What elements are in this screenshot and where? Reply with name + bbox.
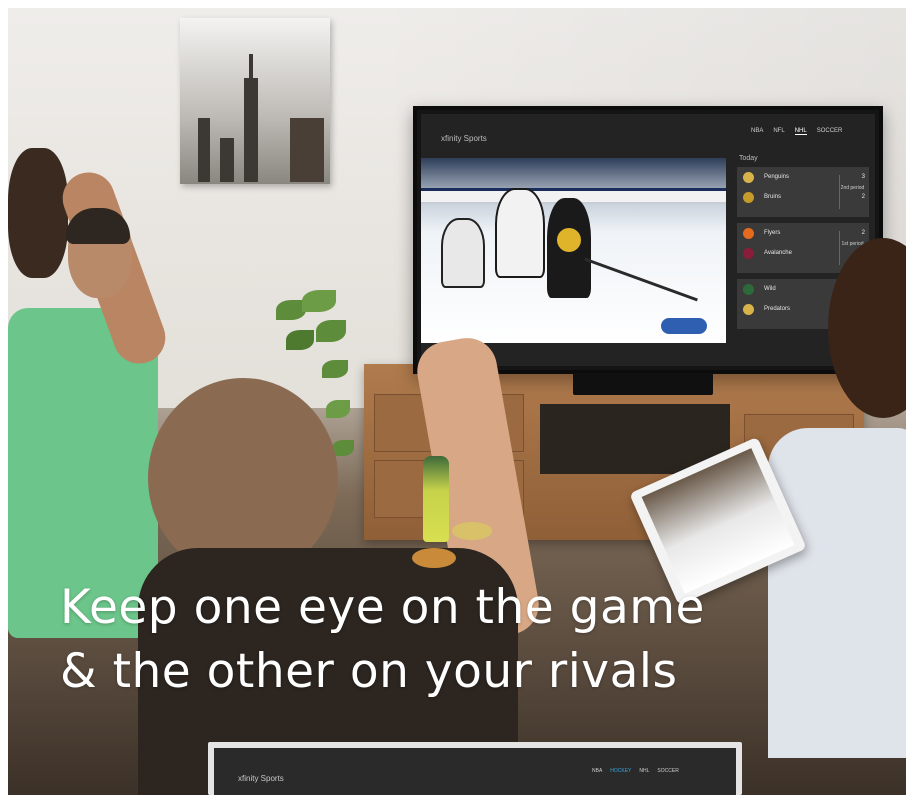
team-logo-icon xyxy=(743,171,754,183)
photo-scene: xfinity Sports NBA NFL NHL SOCCER Today xyxy=(8,8,906,795)
laptop-screen: xfinity Sports NBA HOCKEY NHL SOCCER xyxy=(214,748,736,795)
tab-nba[interactable]: NBA xyxy=(592,768,602,774)
game-card[interactable]: Penguins 3 Bruins 2 2nd period xyxy=(737,167,869,217)
tab-hockey[interactable]: HOCKEY xyxy=(610,768,631,774)
headline-line-2: & the other on your rivals xyxy=(60,644,678,699)
laptop: xfinity Sports NBA HOCKEY NHL SOCCER xyxy=(208,742,742,795)
headline-line-1: Keep one eye on the game xyxy=(60,580,705,635)
tab-nfl[interactable]: NFL xyxy=(773,128,784,135)
tv-brand: xfinity Sports xyxy=(441,134,487,143)
tab-nhl[interactable]: NHL xyxy=(639,768,649,774)
team-logo-icon xyxy=(743,227,754,239)
headline: Keep one eye on the game & the other on … xyxy=(60,576,880,704)
team-logo-icon xyxy=(743,191,754,203)
tab-nba[interactable]: NBA xyxy=(751,128,763,135)
section-label: Today xyxy=(739,155,758,162)
bowl xyxy=(412,548,456,568)
laptop-league-tabs: NBA HOCKEY NHL SOCCER xyxy=(592,768,679,774)
laptop-brand: xfinity Sports xyxy=(238,774,284,783)
hockey-broadcast xyxy=(421,158,726,343)
person-background xyxy=(58,208,148,368)
person-center-cheering xyxy=(138,333,608,795)
tv-league-tabs: NBA NFL NHL SOCCER xyxy=(751,128,879,135)
tab-nhl[interactable]: NHL xyxy=(794,128,807,135)
bottle xyxy=(423,456,449,542)
bowl xyxy=(452,522,492,540)
tab-soccer[interactable]: SOCCER xyxy=(657,768,678,774)
tab-soccer[interactable]: SOCCER xyxy=(817,128,843,135)
game-status: 2nd period xyxy=(839,175,865,209)
